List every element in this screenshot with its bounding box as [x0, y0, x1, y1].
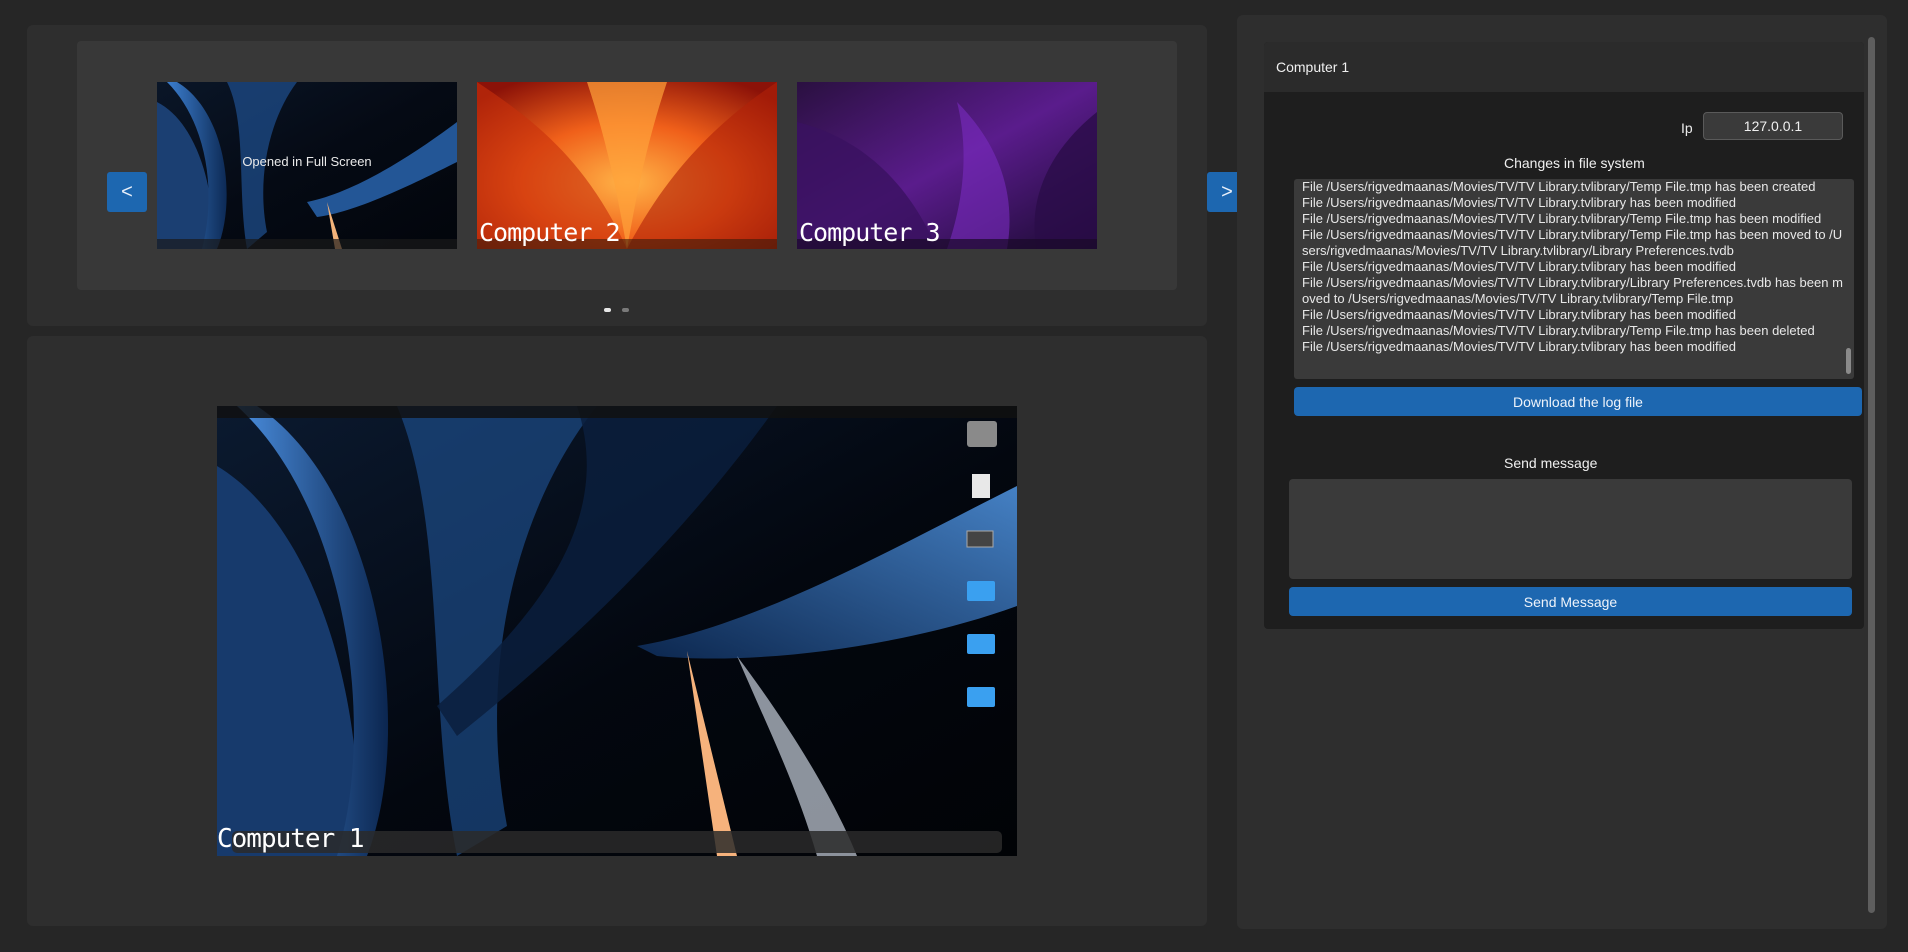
computer-thumbnail-3[interactable]: Computer 3 [797, 82, 1097, 249]
thumbnail-label: Computer 3 [799, 218, 941, 247]
ip-label: Ip [1681, 120, 1693, 136]
carousel-page-dot-2[interactable] [622, 308, 629, 312]
ip-field[interactable] [1703, 112, 1843, 140]
viewer-panel: Computer 1 [27, 336, 1207, 926]
remote-screen-view[interactable]: Computer 1 [217, 406, 1017, 856]
message-input[interactable] [1289, 479, 1852, 579]
computer-thumbnail-1[interactable]: Opened in Full Screen [157, 82, 457, 249]
computer-thumbnail-2[interactable]: Computer 2 [477, 82, 777, 249]
computer-card: Computer 1 Ip Changes in file system Fil… [1264, 42, 1864, 629]
send-message-title: Send message [1504, 455, 1598, 471]
carousel-frame: Opened in Full Screen Computer 2 Compute… [77, 41, 1247, 290]
carousel-prev-button[interactable]: < [107, 172, 147, 212]
thumbnail-label: Computer 2 [479, 218, 621, 247]
wallpaper-blue-large [217, 406, 1017, 856]
send-message-button[interactable]: Send Message [1289, 587, 1852, 616]
log-section-title: Changes in file system [1504, 155, 1645, 171]
fullscreen-overlay-text: Opened in Full Screen [242, 154, 372, 169]
log-scrollbar[interactable] [1846, 348, 1851, 374]
download-log-button[interactable]: Download the log file [1294, 387, 1862, 416]
card-header: Computer 1 [1264, 42, 1864, 92]
computer-details-panel: Computer 1 Ip Changes in file system Fil… [1237, 15, 1887, 929]
log-text: File /Users/rigvedmaanas/Movies/TV/TV Li… [1302, 179, 1843, 354]
computer-title: Computer 1 [1276, 59, 1350, 75]
carousel-panel: Opened in Full Screen Computer 2 Compute… [27, 25, 1247, 326]
carousel-page-dot-1[interactable] [604, 308, 611, 312]
remote-screen-label: Computer 1 [217, 824, 365, 854]
side-panel-scrollbar[interactable] [1868, 37, 1875, 913]
file-system-log[interactable]: File /Users/rigvedmaanas/Movies/TV/TV Li… [1294, 179, 1854, 379]
